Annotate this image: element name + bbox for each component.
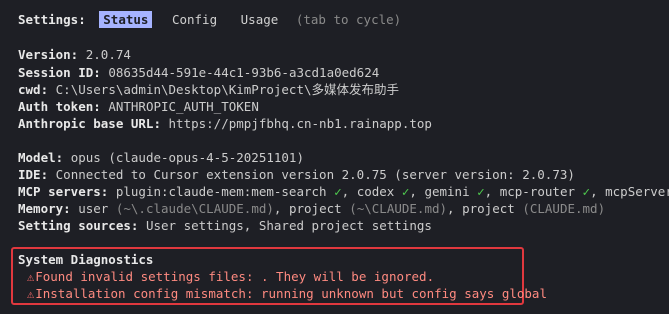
session-id-row: Session ID: 08635d44-591e-44c1-93b6-a3cd… [18,64,379,81]
memory-project: project [462,201,515,216]
cwd-row: cwd: C:\Users\admin\Desktop\KimProject\多… [18,81,399,98]
tab-usage[interactable]: Usage [237,11,283,28]
session-id-value: 08635d44-591e-44c1-93b6-a3cd1a0ed624 [108,65,380,80]
auth-token-label: Auth token: [18,99,101,114]
settings-label: Settings: [18,12,86,27]
diagnostics-title: System Diagnostics [18,252,154,267]
tab-config[interactable]: Config [168,11,221,28]
diagnostics-message: Found invalid settings files: . They wil… [35,269,435,284]
diagnostics-message: Installation config mismatch: running un… [35,286,547,301]
base-url-row: Anthropic base URL: https://pmpjfbhq.cn-… [18,115,432,132]
base-url-label: Anthropic base URL: [18,116,161,131]
tab-cycle-hint: (tab to cycle) [295,12,402,27]
diagnostics-item: ⚠Found invalid settings files: . They wi… [27,268,434,285]
auth-token-row: Auth token: ANTHROPIC_AUTH_TOKEN [18,98,259,115]
warning-triangle-icon: ⚠ [27,287,35,301]
setting-sources-value: User settings, Shared project settings [145,218,432,233]
memory-row: Memory: user (~\.claude\CLAUDE.md), proj… [18,201,606,216]
auth-token-value: ANTHROPIC_AUTH_TOKEN [108,99,259,114]
diagnostics-item: ⚠Installation config mismatch: running u… [27,285,547,302]
memory-project-path: (~\CLAUDE.md) [349,201,448,216]
mcp-servers-row: MCP servers: plugin:claude-mem:mem-searc… [18,183,669,200]
model-label: Model: [18,150,64,165]
model-value: opus (claude-opus-4-5-20251101) [70,150,304,165]
mcp-server-item: plugin:claude-mem:mem-search [115,184,327,199]
check-icon: ✓ [477,184,485,199]
version-row: Version: 2.0.74 [18,46,131,63]
ide-label: IDE: [18,167,49,182]
mcp-server-item: codex [356,184,395,199]
setting-sources-label: Setting sources: [18,218,139,233]
memory-user-path: (~\.claude\CLAUDE.md) [115,201,274,216]
check-icon: ✓ [334,184,342,199]
mcp-server-item: mcp-router [499,184,575,199]
setting-sources-row: Setting sources: User settings, Shared p… [18,217,432,234]
check-icon: ✓ [582,184,591,199]
memory-project: project [288,201,342,216]
version-value: 2.0.74 [85,47,131,62]
tab-status[interactable]: Status [99,11,153,28]
session-id-label: Session ID: [18,65,101,80]
settings-header: Settings: Status Config Usage (tab to cy… [18,11,401,28]
ide-value: Connected to Cursor extension version 2.… [55,167,575,182]
cwd-label: cwd: [18,82,49,97]
base-url-value: https://pmpjfbhq.cn-nb1.rainapp.top [168,116,432,131]
memory-label: Memory: [18,201,71,216]
memory-project-path: (CLAUDE.md) [522,201,606,216]
cwd-value: C:\Users\admin\Desktop\KimProject\多媒体发布助… [55,82,400,97]
ide-row: IDE: Connected to Cursor extension versi… [18,166,575,183]
memory-user: user [78,201,109,216]
version-label: Version: [18,47,79,62]
mcp-servers-label: MCP servers: [18,184,109,199]
mcp-server-item: mcpServers [605,184,669,199]
model-row: Model: opus (claude-opus-4-5-20251101) [18,149,304,166]
warning-triangle-icon: ⚠ [27,270,35,284]
mcp-server-item: gemini [424,184,470,199]
